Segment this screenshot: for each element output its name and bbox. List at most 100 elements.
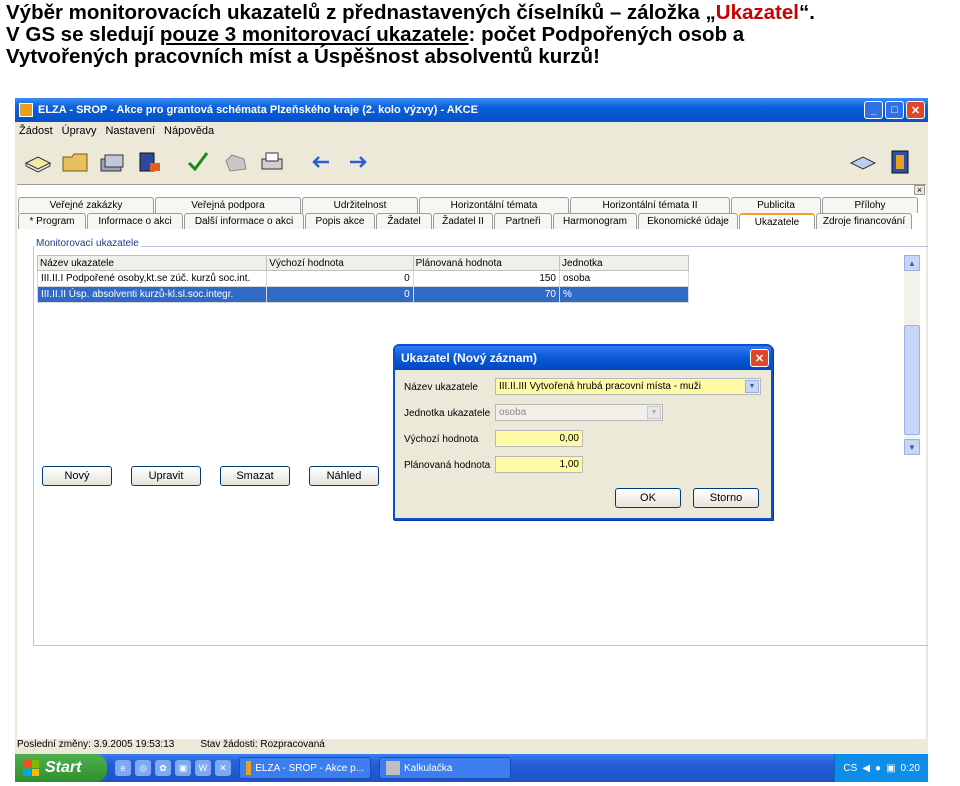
excel-icon[interactable]: ✕ bbox=[215, 760, 231, 776]
clock: 0:20 bbox=[900, 762, 920, 774]
start-button[interactable]: Start bbox=[15, 754, 107, 782]
slide-line-1-text: Výběr monitorovacích ukazatelů z přednas… bbox=[6, 1, 716, 24]
quicklaunch-icon[interactable]: ◎ bbox=[135, 760, 151, 776]
new-button[interactable]: Nový bbox=[42, 466, 112, 486]
taskbar-item-elza[interactable]: ELZA - SROP - Akce p... bbox=[239, 757, 371, 779]
menu-upravy[interactable]: Úpravy bbox=[62, 125, 97, 137]
tab-verejne-zakazky[interactable]: Veřejné zakázky bbox=[18, 197, 154, 213]
quick-launch: e ◎ ✿ ▣ W ✕ bbox=[115, 760, 231, 776]
quicklaunch-icon[interactable]: ▣ bbox=[175, 760, 191, 776]
unit-value: osoba bbox=[499, 407, 527, 418]
window-titlebar[interactable]: ELZA - SROP - Akce pro grantová schémata… bbox=[15, 98, 928, 122]
menu-napoveda[interactable]: Nápověda bbox=[164, 125, 214, 137]
name-label: Název ukazatele bbox=[404, 382, 478, 393]
tab-ukazatele[interactable]: Ukazatele bbox=[739, 213, 815, 229]
column-header-planned[interactable]: Plánovaná hodnota bbox=[412, 255, 561, 271]
cell-start: 0 bbox=[266, 270, 414, 287]
indicator-name-value: III.II.III Vytvořená hrubá pracovní míst… bbox=[499, 381, 701, 392]
quicklaunch-icon[interactable]: ✿ bbox=[155, 760, 171, 776]
taskbar-item-label: ELZA - SROP - Akce p... bbox=[255, 762, 364, 774]
chevron-down-icon[interactable]: ▼ bbox=[745, 380, 759, 393]
cell-planned: 150 bbox=[412, 270, 561, 287]
dialog-close-button[interactable]: ✕ bbox=[750, 349, 769, 367]
maximize-button[interactable]: □ bbox=[885, 101, 904, 119]
scroll-thumb[interactable] bbox=[904, 325, 920, 435]
column-header-name[interactable]: Název ukazatele bbox=[36, 255, 268, 271]
slide-heading: Výběr monitorovacích ukazatelů z přednas… bbox=[6, 2, 956, 68]
menu-bar: Žádost Úpravy Nastavení Nápověda bbox=[15, 122, 928, 140]
tray-icon[interactable]: ▣ bbox=[886, 763, 895, 774]
start-value-field[interactable]: 0,00 bbox=[495, 430, 583, 447]
tab-udrzitelnost[interactable]: Udržitelnost bbox=[302, 197, 418, 213]
system-tray: CS ◀ ● ▣ 0:20 bbox=[834, 754, 928, 782]
ok-button[interactable]: OK bbox=[615, 488, 681, 508]
unit-select: osoba ▼ bbox=[495, 404, 663, 421]
slide-line-1-suffix: “. bbox=[798, 1, 815, 24]
status-bar: Poslední změny: 3.9.2005 19:53:13 Stav ž… bbox=[15, 736, 928, 752]
slide-underlined-text: pouze 3 monitorovací ukazatele bbox=[159, 23, 469, 46]
tab-harmonogram[interactable]: Harmonogram bbox=[553, 213, 637, 229]
language-indicator[interactable]: CS bbox=[843, 763, 857, 774]
tab-verejna-podpora[interactable]: Veřejná podpora bbox=[155, 197, 301, 213]
preview-button[interactable]: Náhled bbox=[309, 466, 379, 486]
table-row[interactable]: III.II.I Podpořené osoby,kt.se zúč. kurz… bbox=[36, 270, 689, 287]
menu-zadost[interactable]: Žádost bbox=[19, 125, 53, 137]
word-icon[interactable]: W bbox=[195, 760, 211, 776]
checkmark-icon[interactable] bbox=[181, 146, 215, 178]
exit-door-icon[interactable] bbox=[883, 146, 917, 178]
calculator-icon bbox=[386, 761, 400, 775]
tab-zdroje-financovani[interactable]: Zdroje financování bbox=[816, 213, 912, 229]
tab-program[interactable]: * Program bbox=[18, 213, 86, 229]
indicator-name-select[interactable]: III.II.III Vytvořená hrubá pracovní míst… bbox=[495, 378, 761, 395]
tab-horizontalni-temata-2[interactable]: Horizontální témata II bbox=[570, 197, 730, 213]
edit-button[interactable]: Upravit bbox=[131, 466, 201, 486]
indicator-dialog: Ukazatel (Nový záznam) ✕ Název ukazatele… bbox=[393, 344, 773, 520]
chevron-down-icon: ▼ bbox=[647, 406, 661, 419]
cell-name: III.II.I Podpořené osoby,kt.se zúč. kurz… bbox=[36, 270, 268, 287]
print-icon[interactable] bbox=[255, 146, 289, 178]
hand-icon[interactable] bbox=[218, 146, 252, 178]
scroll-up-icon[interactable]: ▲ bbox=[904, 255, 920, 271]
dialog-title[interactable]: Ukazatel (Nový záznam) bbox=[395, 346, 771, 370]
printer-icon[interactable] bbox=[132, 146, 166, 178]
tab-zadatel-2[interactable]: Žadatel II bbox=[433, 213, 493, 229]
tab-horizontalni-temata[interactable]: Horizontální témata bbox=[419, 197, 569, 213]
planned-value-label: Plánovaná hodnota bbox=[404, 460, 491, 471]
cancel-button[interactable]: Storno bbox=[693, 488, 759, 508]
tab-zadatel[interactable]: Žadatel bbox=[376, 213, 432, 229]
help-book-icon[interactable] bbox=[846, 146, 880, 178]
cell-name: III.II.II Úsp. absolventi kurzů-kl.sl.so… bbox=[36, 286, 268, 303]
arrow-right-icon[interactable] bbox=[341, 146, 375, 178]
tab-partneri[interactable]: Partneři bbox=[494, 213, 552, 229]
tab-popis-akce[interactable]: Popis akce bbox=[305, 213, 375, 229]
table-row-selected[interactable]: III.II.II Úsp. absolventi kurzů-kl.sl.so… bbox=[36, 286, 689, 303]
tabs-row-top: Veřejné zakázky Veřejná podpora Udržitel… bbox=[18, 197, 919, 213]
open-book-icon[interactable] bbox=[21, 146, 55, 178]
tab-informace-o-akci[interactable]: Informace o akci bbox=[87, 213, 183, 229]
taskbar-item-kalkulacka[interactable]: Kalkulačka bbox=[379, 757, 511, 779]
planned-value-field[interactable]: 1,00 bbox=[495, 456, 583, 473]
inner-close-icon[interactable]: × bbox=[914, 185, 925, 195]
column-header-unit[interactable]: Jednotka bbox=[559, 255, 689, 271]
arrow-left-icon[interactable] bbox=[304, 146, 338, 178]
ie-icon[interactable]: e bbox=[115, 760, 131, 776]
delete-button[interactable]: Smazat bbox=[220, 466, 290, 486]
tab-ekonomicke-udaje[interactable]: Ekonomické údaje bbox=[638, 213, 738, 229]
tab-publicita[interactable]: Publicita bbox=[731, 197, 821, 213]
close-button[interactable]: ✕ bbox=[906, 101, 925, 119]
minimize-button[interactable]: _ bbox=[864, 101, 883, 119]
tab-prilohy[interactable]: Přílohy bbox=[822, 197, 918, 213]
scroll-down-icon[interactable]: ▼ bbox=[904, 439, 920, 455]
disk-stack-icon[interactable] bbox=[95, 146, 129, 178]
tray-icon[interactable]: ● bbox=[875, 763, 881, 774]
folder-icon[interactable] bbox=[58, 146, 92, 178]
column-header-start[interactable]: Výchozí hodnota bbox=[266, 255, 414, 271]
tab-dalsi-informace[interactable]: Další informace o akci bbox=[184, 213, 304, 229]
tray-icon[interactable]: ◀ bbox=[862, 763, 870, 774]
cell-start: 0 bbox=[266, 286, 414, 303]
menu-nastaveni[interactable]: Nastavení bbox=[105, 125, 155, 137]
taskbar-item-label: Kalkulačka bbox=[404, 762, 453, 774]
vertical-scrollbar[interactable]: ▲ ▼ bbox=[904, 255, 920, 455]
status-last-change: Poslední změny: 3.9.2005 19:53:13 bbox=[17, 738, 175, 750]
group-title: Monitorovací ukazatele bbox=[34, 238, 141, 249]
